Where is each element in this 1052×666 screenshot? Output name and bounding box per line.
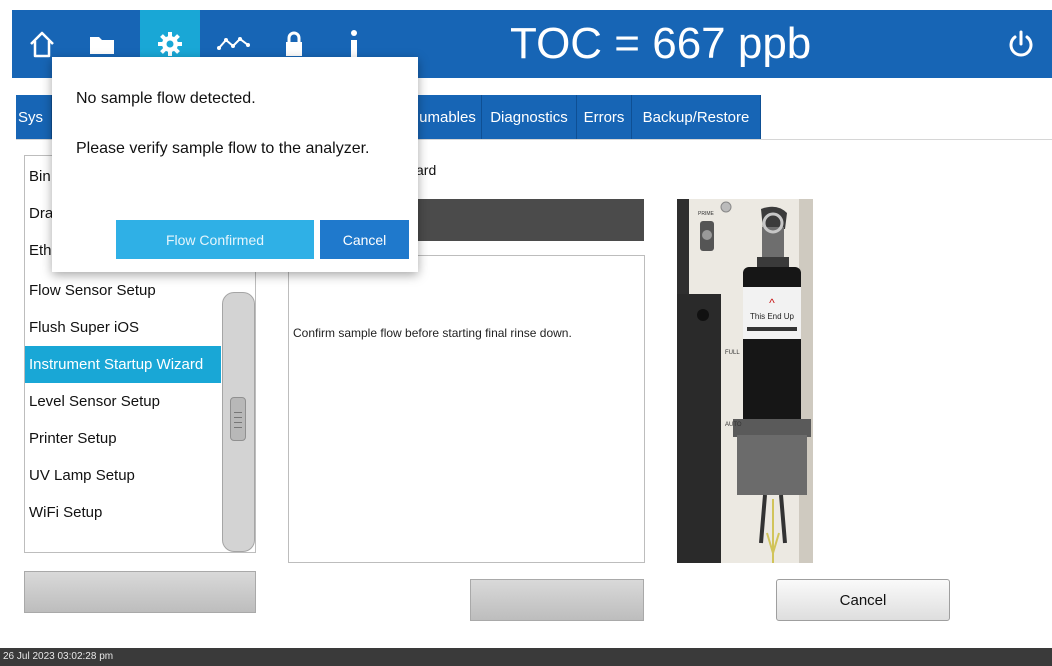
folder-icon [90,37,114,54]
cancel-button[interactable]: Cancel [776,579,950,621]
this-end-up-label: This End Up [750,312,795,321]
trend-icon [217,37,250,50]
toc-reading: TOC = 667 ppb [510,19,812,68]
list-action-button[interactable] [24,571,256,613]
list-scroll-thumb[interactable] [230,397,246,441]
tab-system[interactable]: Sys [16,95,52,139]
lock-icon [286,31,302,56]
tab-diagnostics[interactable]: Diagnostics [482,95,577,139]
photo-arrow-label: ^ [769,296,775,310]
list-item-printer-setup[interactable]: Printer Setup [25,420,221,457]
step-instructions: Confirm sample flow before starting fina… [293,326,572,340]
flow-confirmed-button[interactable]: Flow Confirmed [116,220,314,259]
gear-icon [158,32,182,56]
full-label: FULL [725,350,740,356]
power-icon [1009,30,1033,57]
tab-consumables[interactable]: umables [414,95,482,139]
list-item-wifi-setup[interactable]: WiFi Setup [25,494,221,531]
list-item-flow-sensor-setup[interactable]: Flow Sensor Setup [25,272,221,309]
tab-backup-restore[interactable]: Backup/Restore [632,95,761,139]
list-item-level-sensor-setup[interactable]: Level Sensor Setup [25,383,221,420]
wizard-step-panel: Final Rinse Down Confirm sample flow bef… [288,255,645,563]
flow-warning-dialog: No sample flow detected. Please verify s… [52,57,418,272]
timestamp: 26 Jul 2023 03:02:28 pm [3,651,114,662]
wizard-next-button[interactable] [470,579,644,621]
status-bar: 26 Jul 2023 03:02:28 pm [0,648,1052,666]
power-button[interactable] [996,10,1046,78]
home-icon [30,31,54,58]
prime-label: PRIME [698,211,715,217]
list-item-instrument-startup-wizard[interactable]: Instrument Startup Wizard [25,346,221,383]
list-scrollbar[interactable] [222,292,255,552]
auto-label: AUTO [725,422,742,428]
instrument-photo: PRIME ^ This End Up FULL AUTO [677,199,813,563]
dialog-message-primary: No sample flow detected. [76,90,256,107]
list-item-flush-super-ios[interactable]: Flush Super iOS [25,309,221,346]
list-item-uv-lamp-setup[interactable]: UV Lamp Setup [25,457,221,494]
tab-errors[interactable]: Errors [577,95,632,139]
info-icon [351,30,357,58]
dialog-cancel-button[interactable]: Cancel [320,220,409,259]
dialog-message-secondary: Please verify sample flow to the analyze… [76,140,370,157]
